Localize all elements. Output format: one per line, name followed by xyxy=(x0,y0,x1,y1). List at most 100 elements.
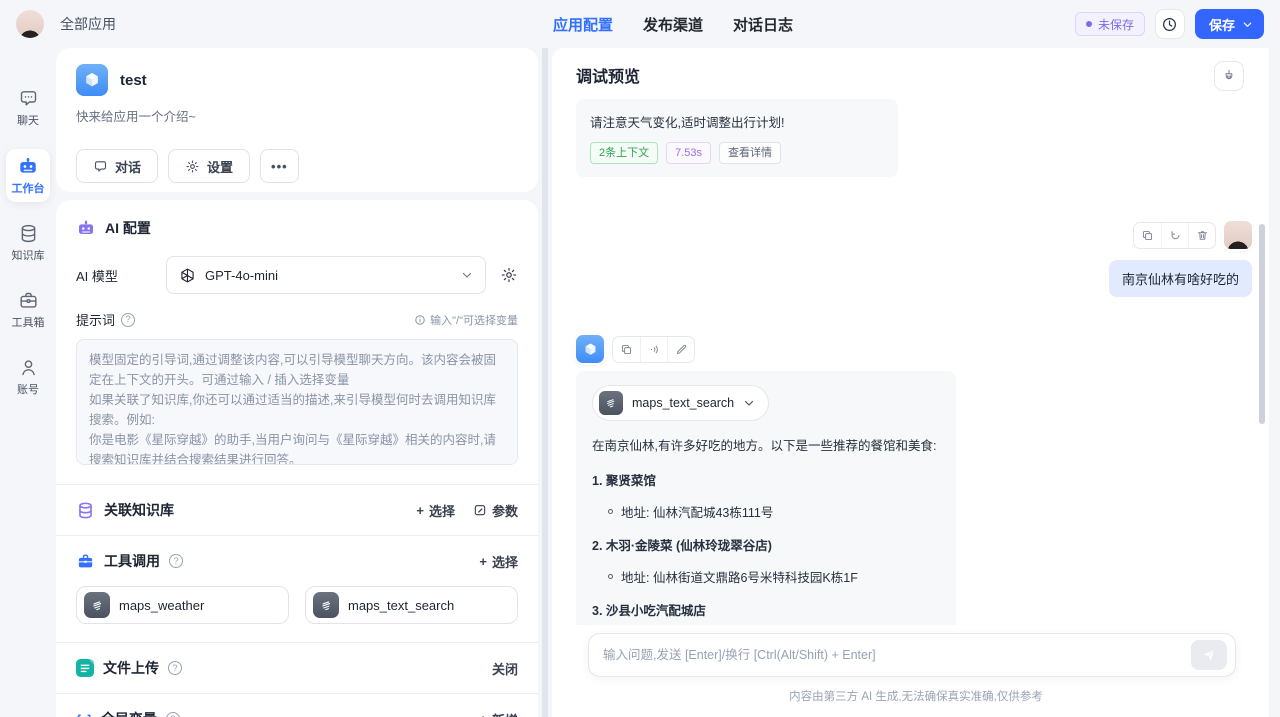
ai-config-icon xyxy=(76,218,96,238)
toolbox-icon xyxy=(18,290,39,311)
prompt-label: 提示词 xyxy=(76,310,115,329)
ai-intro-text: 在南京仙林,有许多好吃的地方。以下是一些推荐的餐馆和美食: xyxy=(592,437,940,456)
copy-icon xyxy=(620,343,633,356)
ai-config-title: AI 配置 xyxy=(105,218,151,238)
read-aloud-button[interactable] xyxy=(640,337,667,362)
preview-title: 调试预览 xyxy=(576,63,640,87)
variables-add-button[interactable]: + 新增 xyxy=(479,710,518,717)
user-avatar[interactable] xyxy=(16,10,44,38)
app-name: test xyxy=(120,72,147,89)
scrollbar-track xyxy=(1269,48,1280,717)
config-column: test 快来给应用一个介绍~ 对话 设置 ••• AI 配置 xyxy=(56,48,538,717)
app-logo-icon xyxy=(76,64,108,96)
tool-chip-maps-text-search[interactable]: maps_text_search xyxy=(305,586,518,624)
chevron-down-icon xyxy=(461,269,473,281)
unsaved-badge: 未保存 xyxy=(1075,12,1145,36)
knowledge-section: 关联知识库 + 选择 参数 xyxy=(56,484,538,535)
openai-icon xyxy=(179,267,196,284)
sidebar-item-account[interactable]: 账号 xyxy=(6,351,50,403)
chevron-down-icon xyxy=(743,397,755,409)
sidebar-item-knowledge[interactable]: 知识库 xyxy=(6,217,50,269)
send-button[interactable] xyxy=(1191,640,1227,670)
help-icon[interactable]: ? xyxy=(168,661,182,675)
sidebar-item-workbench[interactable]: 工作台 xyxy=(6,149,50,202)
tools-select-button[interactable]: + 选择 xyxy=(479,552,518,571)
settings-button[interactable]: 设置 xyxy=(168,149,250,183)
map-tool-icon xyxy=(84,592,110,618)
retry-button[interactable] xyxy=(1161,223,1188,248)
database-icon xyxy=(18,223,39,244)
help-icon[interactable]: ? xyxy=(121,313,135,327)
notice-text: 请注意天气变化,适时调整出行计划! xyxy=(590,112,884,131)
history-button[interactable] xyxy=(1155,9,1185,39)
view-detail-badge[interactable]: 查看详情 xyxy=(719,142,781,164)
tool-call-pill[interactable]: maps_text_search xyxy=(592,385,769,421)
more-button[interactable]: ••• xyxy=(260,149,299,183)
history-icon xyxy=(1161,16,1178,33)
knowledge-params-button[interactable]: 参数 xyxy=(473,501,518,520)
map-tool-icon xyxy=(599,391,623,415)
tab-publish-channel[interactable]: 发布渠道 xyxy=(643,14,703,35)
app-info-card: test 快来给应用一个介绍~ 对话 设置 ••• xyxy=(56,48,538,192)
knowledge-base-icon xyxy=(76,501,95,520)
plus-icon: + xyxy=(479,554,487,569)
copy-button[interactable] xyxy=(1134,223,1161,248)
app-description: 快来给应用一个介绍~ xyxy=(76,106,518,125)
restaurant-item: 1. 聚贤菜馆 地址: 仙林汽配城43栋111号 xyxy=(592,470,940,521)
variables-section: {x} 全局变量 ? + 新增 xyxy=(56,693,538,717)
trash-icon xyxy=(1196,229,1209,242)
voice-icon xyxy=(648,343,661,356)
help-icon[interactable]: ? xyxy=(166,712,180,717)
chat-area: 请注意天气变化,适时调整出行计划! 2条上下文 7.53s 查看详情 xyxy=(552,95,1280,625)
model-label: AI 模型 xyxy=(76,266,166,285)
chevron-down-icon xyxy=(1242,19,1253,30)
model-select[interactable]: GPT-4o-mini xyxy=(166,256,486,294)
column-divider xyxy=(538,48,552,717)
scrollbar-thumb[interactable] xyxy=(1259,224,1265,424)
tool-chip-maps-weather[interactable]: maps_weather xyxy=(76,586,289,624)
tools-section: 工具调用 ? + 选择 xyxy=(56,535,538,586)
gear-icon xyxy=(500,266,518,284)
chat-bubble-icon xyxy=(18,88,39,109)
file-upload-status[interactable]: 关闭 xyxy=(492,659,518,678)
plus-icon: + xyxy=(416,503,424,518)
prompt-textarea[interactable] xyxy=(76,339,518,465)
edit-message-button[interactable] xyxy=(667,337,694,362)
ai-message-block: maps_text_search 在南京仙林,有许多好吃的地方。以下是一些推荐的… xyxy=(576,335,1252,625)
bullet-icon xyxy=(608,574,613,579)
model-settings-button[interactable] xyxy=(500,266,518,284)
user-message-bubble: 南京仙林有啥好吃的 xyxy=(1109,260,1252,297)
chat-input[interactable] xyxy=(603,648,1191,662)
save-button[interactable]: 保存 xyxy=(1195,9,1264,39)
file-upload-title: 文件上传 xyxy=(103,658,159,678)
user-message-actions xyxy=(1133,222,1216,249)
cube-icon xyxy=(582,341,599,358)
edit-icon xyxy=(473,503,487,517)
breadcrumb-all-apps[interactable]: 全部应用 xyxy=(60,14,116,34)
clear-chat-button[interactable] xyxy=(1214,61,1244,91)
model-value: GPT-4o-mini xyxy=(205,268,452,283)
ai-message-actions xyxy=(612,336,695,363)
chat-button[interactable]: 对话 xyxy=(76,149,158,183)
chat-input-bar xyxy=(588,633,1236,677)
copy-button[interactable] xyxy=(613,337,640,362)
refresh-icon xyxy=(1169,229,1182,242)
variables-icon: {x} xyxy=(76,712,92,717)
knowledge-select-button[interactable]: + 选择 xyxy=(416,501,455,520)
file-upload-section: 文件上传 ? 关闭 xyxy=(56,642,538,693)
map-tool-icon xyxy=(313,592,339,618)
help-icon[interactable]: ? xyxy=(169,554,183,568)
pencil-icon xyxy=(675,343,688,356)
delete-button[interactable] xyxy=(1188,223,1215,248)
sidebar-item-toolbox[interactable]: 工具箱 xyxy=(6,284,50,336)
bullet-icon xyxy=(608,509,613,514)
topbar: 全部应用 应用配置 发布渠道 对话日志 未保存 保存 xyxy=(0,0,1280,48)
main-area: 聊天 工作台 知识库 工具箱 账号 test 快来给应用一个 xyxy=(0,48,1280,717)
tab-app-config[interactable]: 应用配置 xyxy=(553,14,613,35)
time-badge: 7.53s xyxy=(666,142,711,164)
tab-chat-logs[interactable]: 对话日志 xyxy=(733,14,793,35)
sidebar-item-chat[interactable]: 聊天 xyxy=(6,82,50,134)
copy-icon xyxy=(1141,229,1154,242)
ai-disclaimer: 内容由第三方 AI 生成,无法确保真实准确,仅供参考 xyxy=(552,688,1280,704)
more-icon: ••• xyxy=(271,159,288,174)
